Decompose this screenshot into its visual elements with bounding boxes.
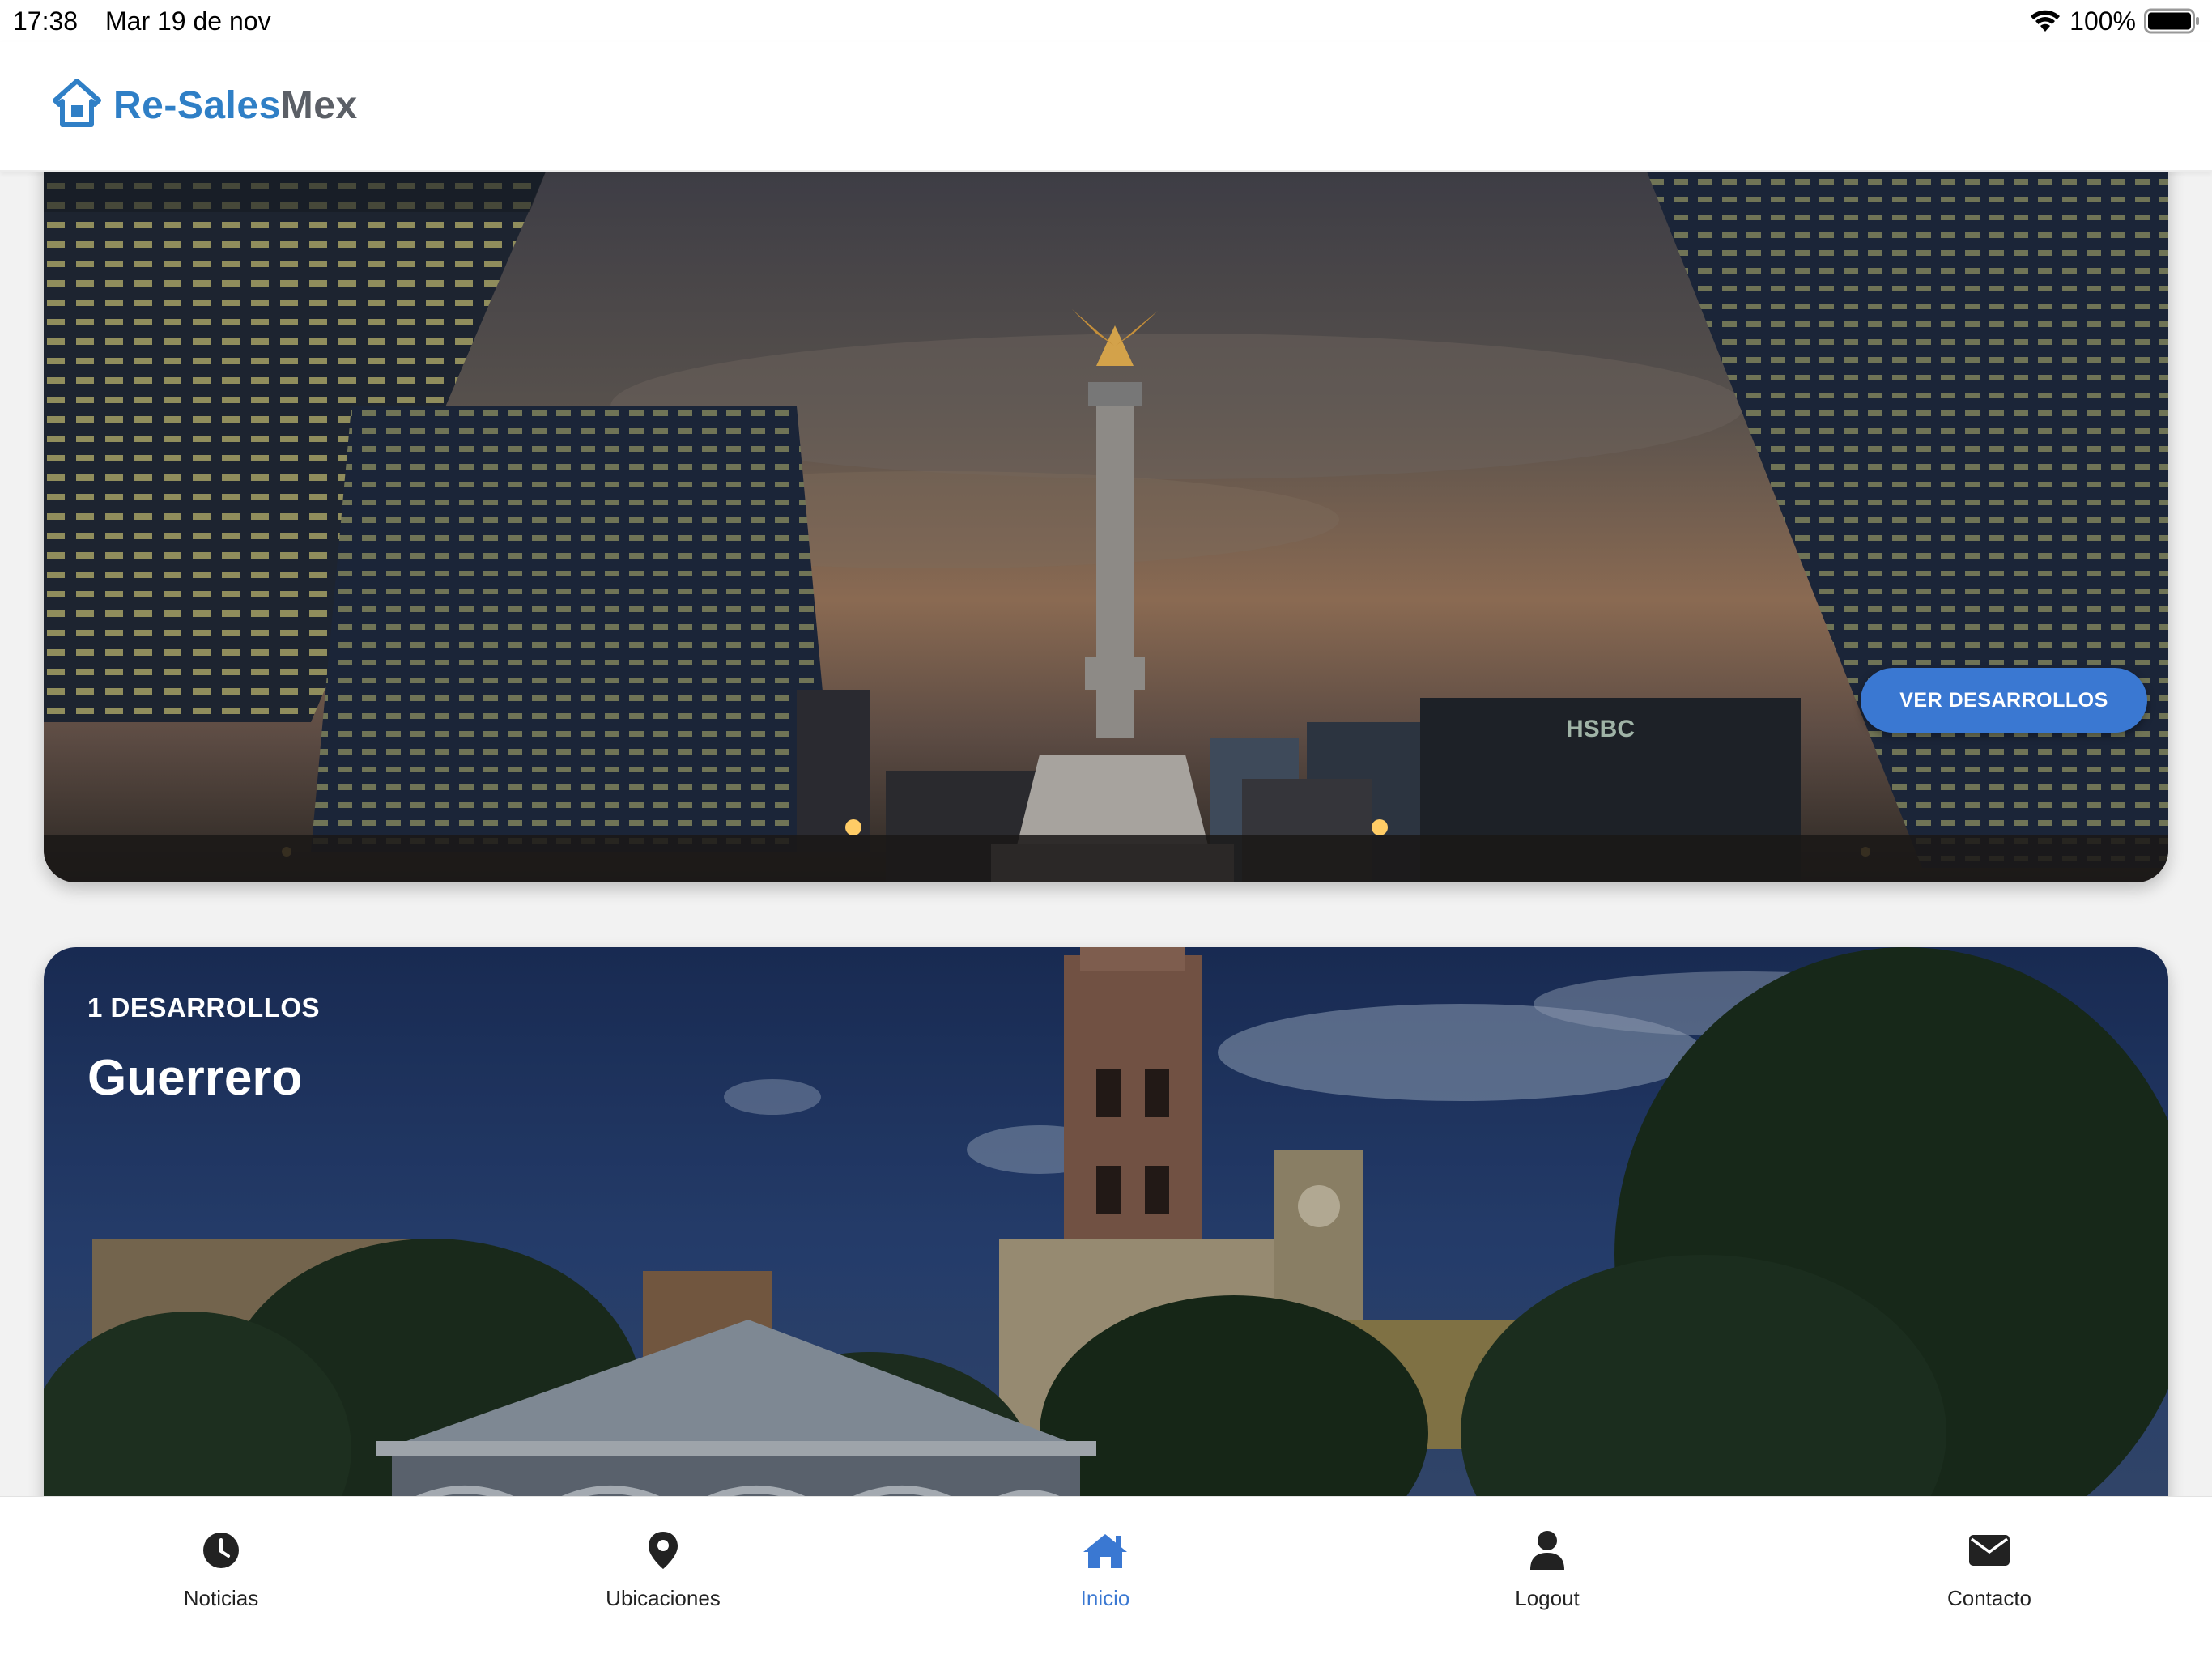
home-icon <box>1082 1529 1129 1571</box>
status-indicators: 100% <box>2029 5 2201 37</box>
status-bar: 17:38 Mar 19 de nov 100% <box>0 0 2212 42</box>
map-pin-icon <box>647 1529 679 1571</box>
developments-count: 1 DESARROLLOS <box>87 993 321 1022</box>
tab-inicio[interactable]: Inicio <box>884 1497 1326 1658</box>
ver-desarrollos-button[interactable]: VER DESARROLLOS <box>1861 668 2147 733</box>
user-icon <box>1529 1529 1566 1571</box>
tab-label: Logout <box>1515 1586 1580 1610</box>
location-card-guerrero[interactable]: 1 DESARROLLOS Guerrero <box>44 947 2168 1496</box>
tab-noticias[interactable]: Noticias <box>0 1497 442 1658</box>
content-scroll[interactable]: HSBC VER DESARROLLOS 1 DESARROLLOS Guerr… <box>0 172 2212 1496</box>
tab-label: Contacto <box>1946 1586 2032 1610</box>
logo-text-resales: Re-Sales <box>113 84 281 127</box>
clock-icon <box>202 1529 240 1571</box>
location-card[interactable]: HSBC VER DESARROLLOS <box>44 172 2168 882</box>
tab-label: Inicio <box>1080 1586 1130 1610</box>
app-logo[interactable]: Re-SalesMex <box>52 78 358 134</box>
logo-text: Re-SalesMex <box>113 83 358 128</box>
status-time: 17:38 <box>13 6 79 36</box>
logo-text-mex: Mex <box>280 84 358 127</box>
tab-logout[interactable]: Logout <box>1326 1497 1768 1658</box>
status-date: Mar 19 de nov <box>105 6 271 36</box>
svg-text:HSBC: HSBC <box>1566 716 1635 742</box>
battery-percentage: 100% <box>2069 6 2136 36</box>
battery-icon <box>2144 8 2201 34</box>
location-title: Guerrero <box>87 1050 303 1106</box>
card-image-church-plaza <box>44 947 2168 1496</box>
bottom-tab-bar: Noticias Ubicaciones Inicio Logout Conta… <box>0 1496 2212 1658</box>
tab-label: Ubicaciones <box>606 1586 721 1610</box>
tab-contacto[interactable]: Contacto <box>1768 1497 2210 1658</box>
tab-ubicaciones[interactable]: Ubicaciones <box>442 1497 884 1658</box>
tab-label: Noticias <box>183 1586 259 1610</box>
card-image-cityscape: HSBC <box>44 172 2168 882</box>
house-logo-icon <box>52 78 102 134</box>
app-header: Re-SalesMex <box>0 42 2212 172</box>
app-screen: 17:38 Mar 19 de nov 100% Re-SalesMex HSB… <box>0 0 2212 1658</box>
wifi-icon <box>2029 9 2061 33</box>
envelope-icon <box>1968 1529 2010 1571</box>
